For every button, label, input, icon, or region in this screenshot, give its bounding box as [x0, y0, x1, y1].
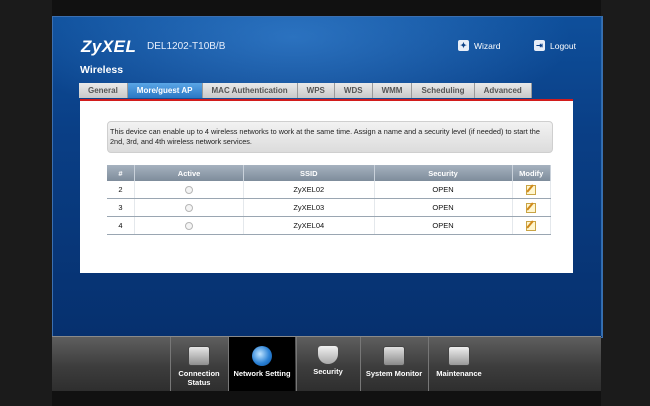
modify-cell [512, 216, 552, 235]
right-margin [601, 0, 650, 406]
wizard-label: Wizard [474, 40, 501, 51]
modify-cell [512, 181, 552, 199]
page-title: Wireless [80, 64, 124, 76]
tab-more-guest-ap[interactable]: More/guest AP [127, 83, 203, 98]
table-row: 2 ZyXEL02 OPEN [107, 181, 552, 199]
connection-status-icon [188, 346, 210, 366]
bulb-icon[interactable] [185, 221, 194, 230]
active-cell [134, 216, 245, 235]
tab-general[interactable]: General [79, 83, 128, 98]
tab-scheduling[interactable]: Scheduling [412, 83, 475, 98]
tab-wps[interactable]: WPS [297, 83, 335, 98]
network-setting-icon [252, 346, 272, 366]
dock-label-connection-status: Connection Status [178, 369, 220, 387]
tab-mac-authentication[interactable]: MAC Authentication [202, 83, 298, 98]
logout-link[interactable]: ⇥ Logout [534, 40, 576, 51]
bulb-icon[interactable] [185, 185, 194, 194]
info-box: This device can enable up to 4 wireless … [107, 121, 553, 153]
row-number: 4 [107, 216, 136, 235]
row-number: 2 [107, 181, 136, 199]
security-icon [318, 346, 338, 364]
brand-logo: ZyXEL [81, 37, 137, 56]
wizard-link[interactable]: ✦ Wizard [458, 40, 500, 51]
ssid-cell: ZyXEL02 [243, 181, 375, 199]
info-text-line1: This device can enable up to 4 wireless … [110, 127, 540, 136]
col-header-modify: Modify [512, 165, 552, 181]
table-row: 3 ZyXEL03 OPEN [107, 198, 552, 217]
wizard-icon: ✦ [458, 40, 469, 51]
edit-icon[interactable] [526, 184, 537, 195]
dock-maintenance[interactable]: Maintenance [428, 337, 489, 391]
col-header-security: Security [374, 165, 513, 181]
modify-cell [512, 198, 552, 217]
dock-label-system-monitor: System Monitor [365, 369, 423, 378]
bottom-dock: Connection Status Network Setting Securi… [52, 336, 601, 391]
ssid-table: # Active SSID Security Modify 2 ZyXEL02 … [107, 165, 552, 235]
edit-icon[interactable] [526, 202, 537, 213]
device-model: DEL1202-T10B/B [147, 41, 226, 52]
maintenance-icon [448, 346, 470, 366]
dock-label-maintenance: Maintenance [436, 369, 482, 378]
window-edge [601, 16, 602, 336]
dock-system-monitor[interactable]: System Monitor [360, 337, 427, 391]
tab-wds[interactable]: WDS [334, 83, 373, 98]
tab-bar: General More/guest AP MAC Authentication… [79, 83, 532, 98]
active-cell [134, 181, 245, 199]
table-header-row: # Active SSID Security Modify [107, 165, 552, 181]
col-header-number: # [107, 165, 136, 181]
content-panel: This device can enable up to 4 wireless … [80, 99, 573, 273]
tab-advanced[interactable]: Advanced [474, 83, 532, 98]
edit-icon[interactable] [526, 220, 537, 231]
system-monitor-icon [383, 346, 405, 366]
ssid-cell: ZyXEL03 [243, 198, 375, 217]
active-cell [134, 198, 245, 217]
row-number: 3 [107, 198, 136, 217]
table-row: 4 ZyXEL04 OPEN [107, 216, 552, 235]
col-header-active: Active [134, 165, 245, 181]
dock-label-network-setting: Network Setting [233, 369, 291, 378]
left-margin [0, 0, 52, 406]
info-text-line2: 2nd, 3rd, and 4th wireless network servi… [110, 137, 252, 146]
dock-network-setting[interactable]: Network Setting [228, 337, 295, 391]
logout-label: Logout [550, 40, 576, 51]
security-cell: OPEN [374, 198, 513, 217]
security-cell: OPEN [374, 181, 513, 199]
col-header-ssid: SSID [243, 165, 375, 181]
dock-label-security: Security [313, 367, 343, 376]
security-cell: OPEN [374, 216, 513, 235]
dock-connection-status[interactable]: Connection Status [170, 337, 227, 391]
tab-wmm[interactable]: WMM [372, 83, 413, 98]
bulb-icon[interactable] [185, 203, 194, 212]
logout-icon: ⇥ [534, 40, 545, 51]
ssid-cell: ZyXEL04 [243, 216, 375, 235]
router-main-window: ZyXEL DEL1202-T10B/B ✦ Wizard ⇥ Logout W… [52, 16, 603, 338]
dock-security[interactable]: Security [296, 337, 359, 391]
